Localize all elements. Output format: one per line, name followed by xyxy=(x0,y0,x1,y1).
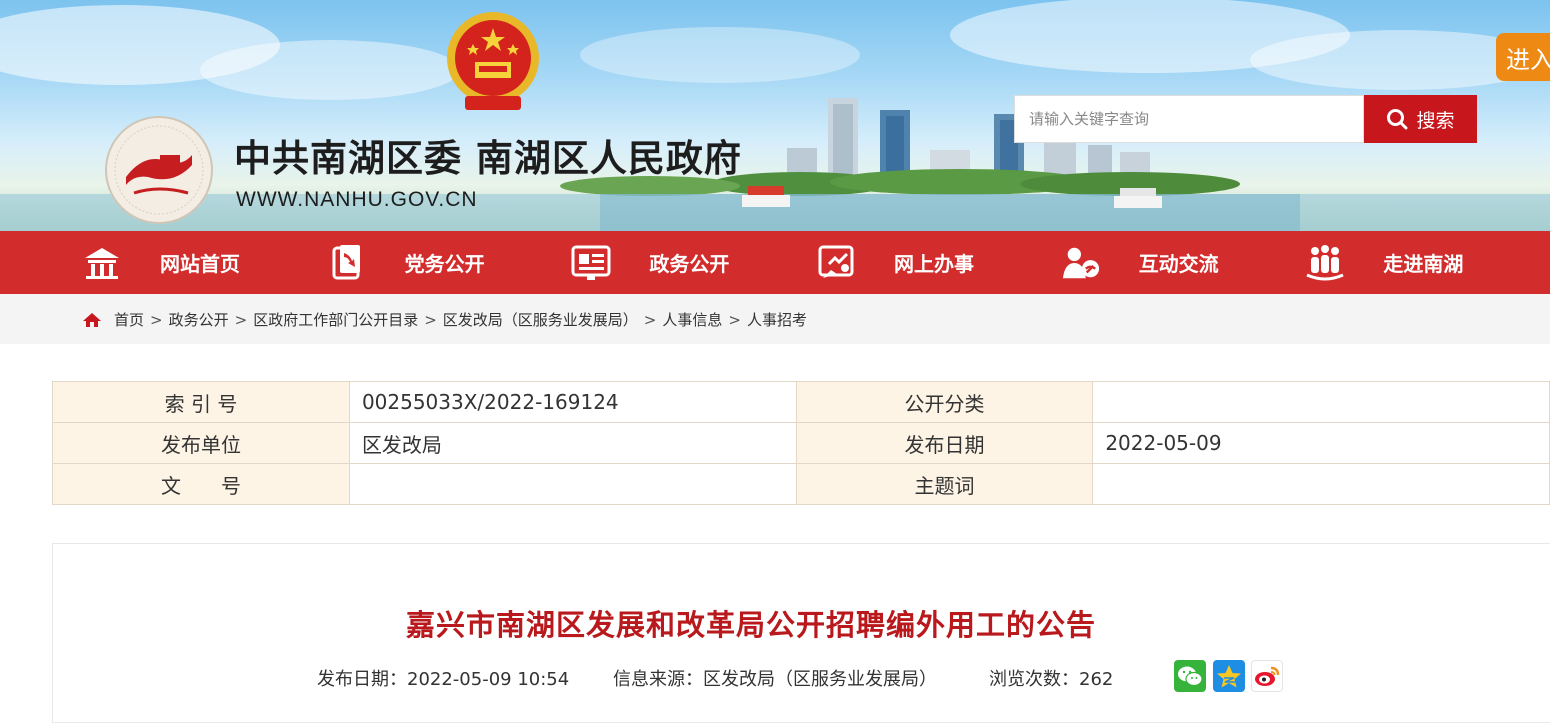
nav-item-label: 网站首页 xyxy=(160,252,240,276)
breadcrumb-link[interactable]: 区发改局（区服务业发展局） xyxy=(443,309,638,330)
nav-item-party-affairs[interactable]: 党务公开 xyxy=(327,231,572,294)
doc-number-value xyxy=(348,463,797,505)
nav-item-home[interactable]: 网站首页 xyxy=(82,231,327,294)
nav-item-interaction[interactable]: 互动交流 xyxy=(1061,231,1306,294)
article-views-value: 262 xyxy=(1079,669,1114,690)
nav-item-label: 网上办事 xyxy=(894,252,975,276)
publish-date-label: 发布日期 xyxy=(795,422,1094,464)
table-row: 文 号 主题词 xyxy=(52,463,1550,505)
online-service-icon xyxy=(816,243,856,283)
category-value xyxy=(1092,381,1550,423)
document-info-table: 索 引 号 00255033X/2022-169124 公开分类 发布单位 区发… xyxy=(52,381,1550,505)
nav-item-online-service[interactable]: 网上办事 xyxy=(816,231,1061,294)
breadcrumb-separator: > xyxy=(234,310,248,329)
nanhu-logo-icon xyxy=(105,116,213,224)
article-views-label: 浏览次数： xyxy=(989,669,1079,690)
home-gate-icon xyxy=(82,243,122,283)
search-icon xyxy=(1387,109,1408,130)
home-icon xyxy=(82,312,102,328)
article-source-label: 信息来源： xyxy=(613,669,703,690)
article-date-value: 2022-05-09 10:54 xyxy=(407,669,570,690)
breadcrumb-link[interactable]: 政务公开 xyxy=(169,309,229,330)
breadcrumb-link[interactable]: 人事招考 xyxy=(747,309,807,330)
index-value: 00255033X/2022-169124 xyxy=(348,381,797,423)
main-nav: 网站首页 党务公开 政务公开 网上办事 互动交流 走进南湖 xyxy=(0,231,1550,294)
header-banner: 中共南湖区委 南湖区人民政府 WWW.NANHU.GOV.CN 搜索 进入 xyxy=(0,0,1550,231)
nav-item-gov-affairs[interactable]: 政务公开 xyxy=(571,231,816,294)
article-source-value: 区发改局（区服务业发展局） xyxy=(703,669,937,690)
qzone-icon[interactable] xyxy=(1213,660,1245,692)
publish-date-value: 2022-05-09 xyxy=(1092,422,1550,464)
publisher-value: 区发改局 xyxy=(348,422,797,464)
breadcrumb-separator: > xyxy=(643,310,657,329)
subject-label: 主题词 xyxy=(795,463,1094,505)
site-url: WWW.NANHU.GOV.CN xyxy=(236,188,478,211)
breadcrumb-separator: > xyxy=(150,310,163,329)
article-title: 嘉兴市南湖区发展和改革局公开招聘编外用工的公告 xyxy=(405,608,1096,642)
national-emblem-icon xyxy=(447,12,539,110)
article-date: 发布日期：2022-05-09 10:54 xyxy=(317,665,569,691)
doc-number-label: 文 号 xyxy=(52,463,350,505)
nav-item-label: 政务公开 xyxy=(649,252,730,276)
enter-button[interactable]: 进入 xyxy=(1496,33,1550,81)
party-flag-icon xyxy=(327,243,367,283)
nav-item-label: 走进南湖 xyxy=(1383,252,1464,276)
wechat-icon[interactable] xyxy=(1174,660,1206,692)
nav-item-about-nanhu[interactable]: 走进南湖 xyxy=(1305,231,1550,294)
interaction-icon xyxy=(1061,243,1101,283)
breadcrumb-link[interactable]: 区政府工作部门公开目录 xyxy=(253,309,418,330)
article-panel: 嘉兴市南湖区发展和改革局公开招聘编外用工的公告 发布日期：2022-05-09 … xyxy=(52,543,1550,723)
breadcrumb-bar: 首页 > 政务公开 > 区政府工作部门公开目录 > 区发改局（区服务业发展局） … xyxy=(0,294,1550,344)
breadcrumb: 首页 > 政务公开 > 区政府工作部门公开目录 > 区发改局（区服务业发展局） … xyxy=(82,309,807,330)
article-date-label: 发布日期： xyxy=(317,669,407,690)
nav-item-label: 互动交流 xyxy=(1138,252,1219,276)
search-input[interactable] xyxy=(1015,96,1363,142)
subject-value xyxy=(1092,463,1550,505)
search-button[interactable]: 搜索 xyxy=(1364,95,1477,143)
document-board-icon xyxy=(571,243,611,283)
publisher-label: 发布单位 xyxy=(52,422,350,464)
index-label: 索 引 号 xyxy=(52,381,350,423)
weibo-icon[interactable] xyxy=(1251,660,1283,692)
breadcrumb-separator: > xyxy=(728,310,741,329)
site-title: 中共南湖区委 南湖区人民政府 xyxy=(234,137,742,180)
people-group-icon xyxy=(1305,243,1345,283)
search-box xyxy=(1014,95,1364,143)
category-label: 公开分类 xyxy=(795,381,1094,423)
article-views: 浏览次数：262 xyxy=(989,665,1113,691)
breadcrumb-separator: > xyxy=(424,310,437,329)
search-button-label: 搜索 xyxy=(1416,109,1455,132)
article-source: 信息来源：区发改局（区服务业发展局） xyxy=(613,665,937,691)
breadcrumb-link[interactable]: 首页 xyxy=(114,309,144,330)
table-row: 索 引 号 00255033X/2022-169124 公开分类 xyxy=(52,381,1550,423)
nav-item-label: 党务公开 xyxy=(404,252,485,276)
table-row: 发布单位 区发改局 发布日期 2022-05-09 xyxy=(52,422,1550,464)
breadcrumb-link[interactable]: 人事信息 xyxy=(662,309,722,330)
